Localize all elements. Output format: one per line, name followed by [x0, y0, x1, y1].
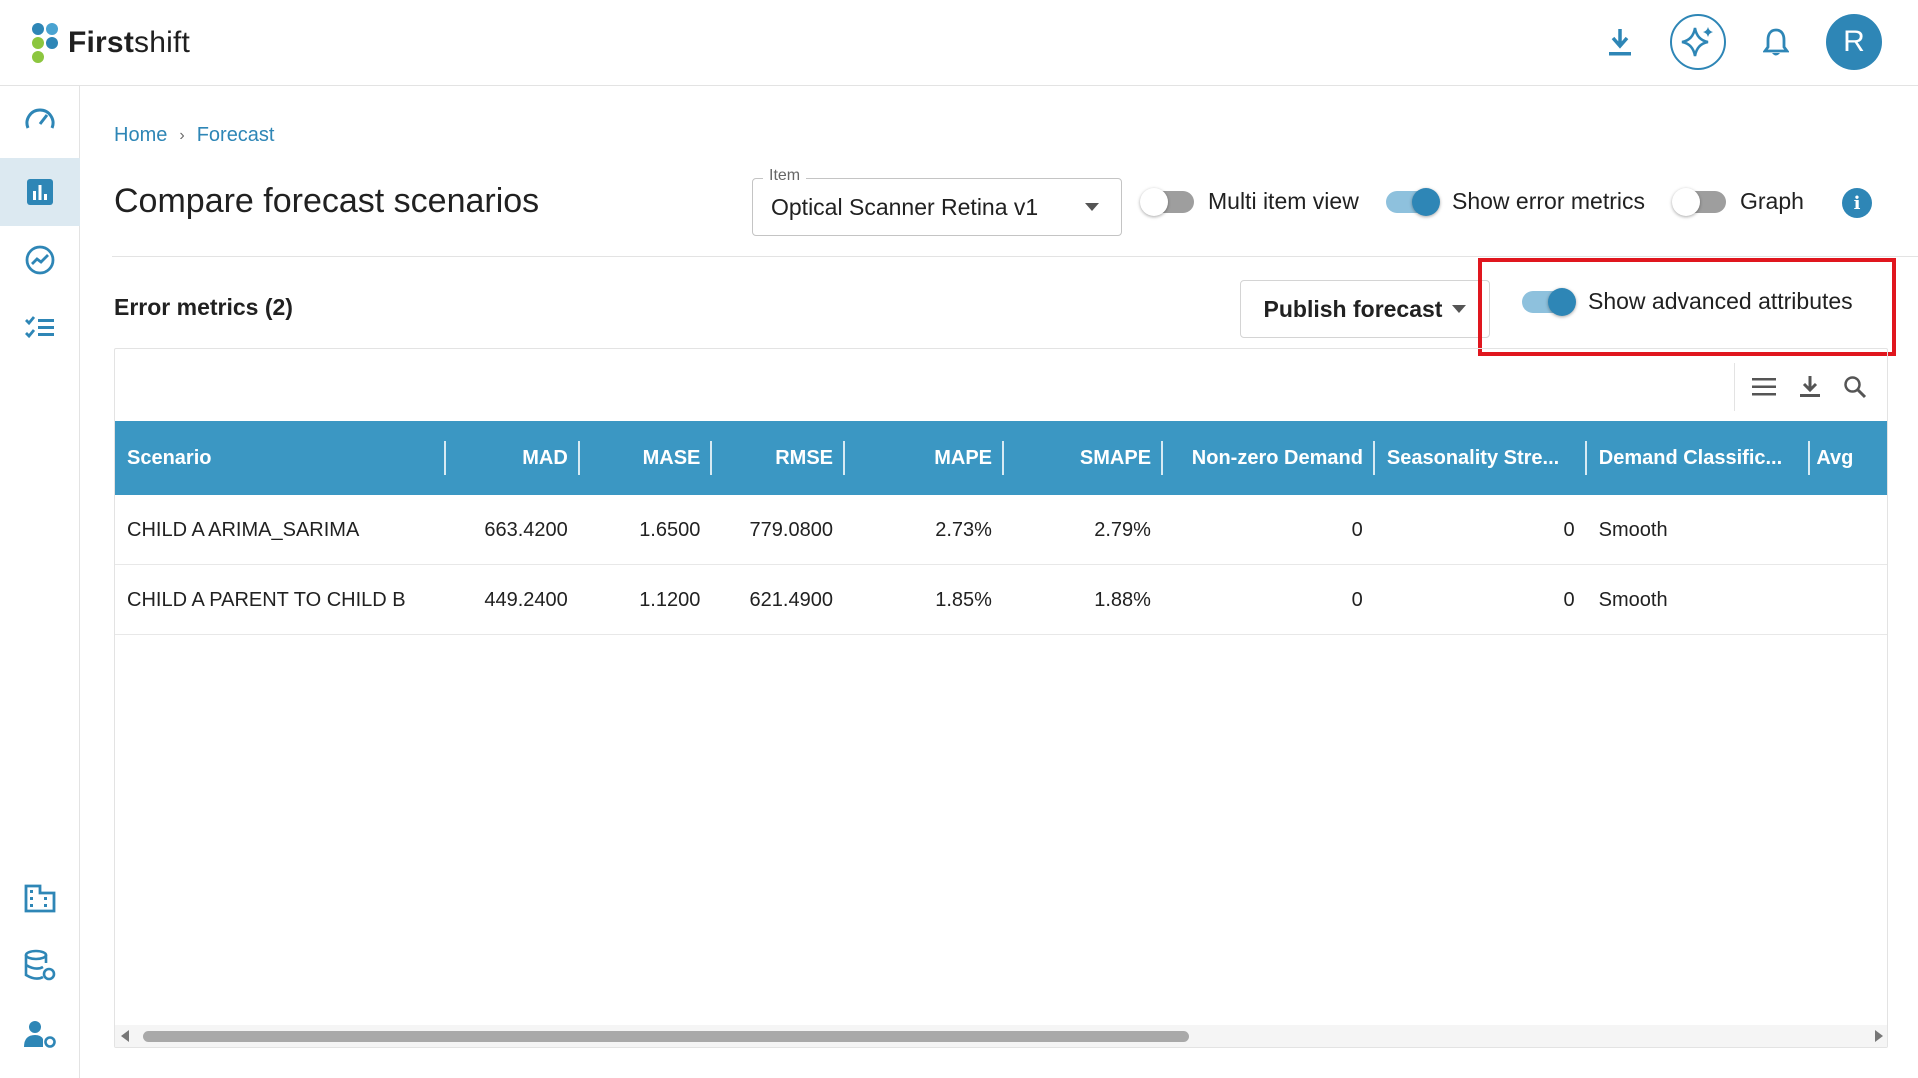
column-header-smape[interactable]: SMAPE: [1004, 421, 1164, 495]
publish-forecast-label: Publish forecast: [1263, 295, 1443, 322]
section-title: Error metrics (2): [114, 294, 293, 320]
cell-mape: 1.85%: [935, 588, 992, 611]
scroll-left-icon[interactable]: [121, 1030, 129, 1042]
sidebar-item-dashboard[interactable]: [0, 86, 80, 154]
column-header-scenario[interactable]: Scenario: [115, 421, 447, 495]
firstshift-logo[interactable]: Firstshift: [30, 20, 190, 66]
cell-scenario: CHILD A PARENT TO CHILD B: [127, 588, 406, 611]
column-header-demand-classification[interactable]: Demand Classific...: [1587, 421, 1811, 495]
top-bar: Firstshift R: [0, 0, 1918, 86]
page-title: Compare forecast scenarios: [114, 182, 540, 220]
table-row[interactable]: CHILD A ARIMA_SARIMA 663.4200 1.6500 779…: [115, 495, 1887, 565]
horizontal-scrollbar[interactable]: [115, 1025, 1887, 1047]
header-divider: [112, 256, 1918, 257]
cell-avg: [1810, 565, 1887, 635]
building-icon: [24, 884, 56, 913]
cell-non-zero-demand: 0: [1351, 518, 1363, 541]
cell-mad: 663.4200: [484, 518, 568, 541]
main-content: Home › Forecast Compare forecast scenari…: [80, 86, 1918, 1078]
table-row[interactable]: CHILD A PARENT TO CHILD B 449.2400 1.120…: [115, 565, 1887, 635]
breadcrumb-home[interactable]: Home: [114, 124, 167, 147]
column-header-non-zero-demand[interactable]: Non-zero Demand: [1163, 421, 1375, 495]
column-header-mape[interactable]: MAPE: [845, 421, 1005, 495]
speedometer-icon: [25, 108, 55, 129]
trend-icon: [25, 245, 55, 275]
user-settings-icon: [24, 1021, 56, 1048]
columns-menu-icon[interactable]: [1751, 375, 1777, 399]
graph-toggle[interactable]: Graph: [1672, 186, 1804, 216]
error-metrics-grid: Scenario MAD MASE RMSE MAPE SMAPE Non-ze…: [114, 348, 1888, 1048]
user-avatar[interactable]: R: [1826, 14, 1882, 70]
sidebar-item-analytics[interactable]: [0, 226, 80, 294]
checklist-icon: [25, 316, 54, 339]
download-icon[interactable]: [1592, 14, 1648, 70]
bar-chart-icon: [27, 179, 53, 205]
database-settings-icon: [24, 949, 56, 981]
sidebar-item-user-settings[interactable]: [0, 1000, 80, 1068]
column-header-rmse[interactable]: RMSE: [712, 421, 846, 495]
publish-forecast-button[interactable]: Publish forecast: [1240, 280, 1490, 338]
sparkle-ai-icon[interactable]: [1670, 14, 1726, 70]
breadcrumb-forecast[interactable]: Forecast: [197, 124, 275, 147]
column-header-mase[interactable]: MASE: [580, 421, 713, 495]
cell-rmse: 621.4900: [749, 588, 833, 611]
show-advanced-attributes-switch[interactable]: [1520, 286, 1576, 316]
graph-label: Graph: [1740, 187, 1804, 214]
cell-smape: 2.79%: [1094, 518, 1151, 541]
cell-mape: 2.73%: [935, 518, 992, 541]
cell-demand-classification: Smooth: [1598, 518, 1668, 541]
column-header-avg[interactable]: Avg: [1810, 421, 1887, 495]
show-error-metrics-toggle[interactable]: Show error metrics: [1384, 186, 1645, 216]
show-error-metrics-switch[interactable]: [1384, 186, 1440, 216]
download-icon[interactable]: [1799, 375, 1821, 399]
sidebar-item-tasks[interactable]: [0, 294, 80, 362]
breadcrumb-separator: ›: [179, 126, 185, 144]
logo-mark-icon: [30, 21, 60, 65]
item-select[interactable]: Item Optical Scanner Retina v1: [752, 167, 1122, 236]
item-select-label: Item: [763, 167, 807, 185]
cell-non-zero-demand: 0: [1351, 588, 1363, 611]
grid-header-row: Scenario MAD MASE RMSE MAPE SMAPE Non-ze…: [115, 421, 1887, 495]
cell-scenario: CHILD A ARIMA_SARIMA: [127, 518, 360, 541]
item-select-value: Optical Scanner Retina v1: [771, 194, 1039, 220]
breadcrumb: Home › Forecast: [114, 124, 275, 147]
grid-toolbar: [1734, 363, 1887, 411]
bell-icon[interactable]: [1748, 14, 1804, 70]
brand-name: Firstshift: [68, 26, 191, 59]
show-advanced-attributes-label: Show advanced attributes: [1588, 287, 1853, 314]
sidebar-item-organization[interactable]: [0, 864, 80, 932]
column-header-seasonality-strength[interactable]: Seasonality Stre...: [1375, 421, 1587, 495]
sidebar: [0, 86, 80, 1078]
sidebar-item-forecast[interactable]: [0, 158, 80, 226]
multi-item-view-switch[interactable]: [1140, 186, 1196, 216]
cell-mase: 1.1200: [639, 588, 701, 611]
caret-down-icon: [1452, 305, 1467, 313]
show-advanced-attributes-toggle[interactable]: Show advanced attributes: [1520, 286, 1853, 316]
cell-smape: 1.88%: [1094, 588, 1151, 611]
cell-mad: 449.2400: [484, 588, 568, 611]
scrollbar-thumb[interactable]: [143, 1031, 1189, 1042]
scroll-right-icon[interactable]: [1875, 1030, 1883, 1042]
chevron-down-icon: [1085, 203, 1099, 211]
cell-avg: [1810, 495, 1887, 565]
multi-item-view-toggle[interactable]: Multi item view: [1140, 186, 1359, 216]
sidebar-item-data-settings[interactable]: [0, 932, 80, 1000]
info-icon[interactable]: i: [1842, 188, 1872, 218]
cell-seasonality-strength: 0: [1563, 588, 1575, 611]
search-icon[interactable]: [1843, 375, 1867, 399]
cell-seasonality-strength: 0: [1563, 518, 1575, 541]
graph-switch[interactable]: [1672, 186, 1728, 216]
cell-mase: 1.6500: [639, 518, 701, 541]
column-header-mad[interactable]: MAD: [446, 421, 580, 495]
cell-demand-classification: Smooth: [1598, 588, 1668, 611]
cell-rmse: 779.0800: [749, 518, 833, 541]
show-error-metrics-label: Show error metrics: [1452, 187, 1645, 214]
multi-item-view-label: Multi item view: [1208, 187, 1359, 214]
